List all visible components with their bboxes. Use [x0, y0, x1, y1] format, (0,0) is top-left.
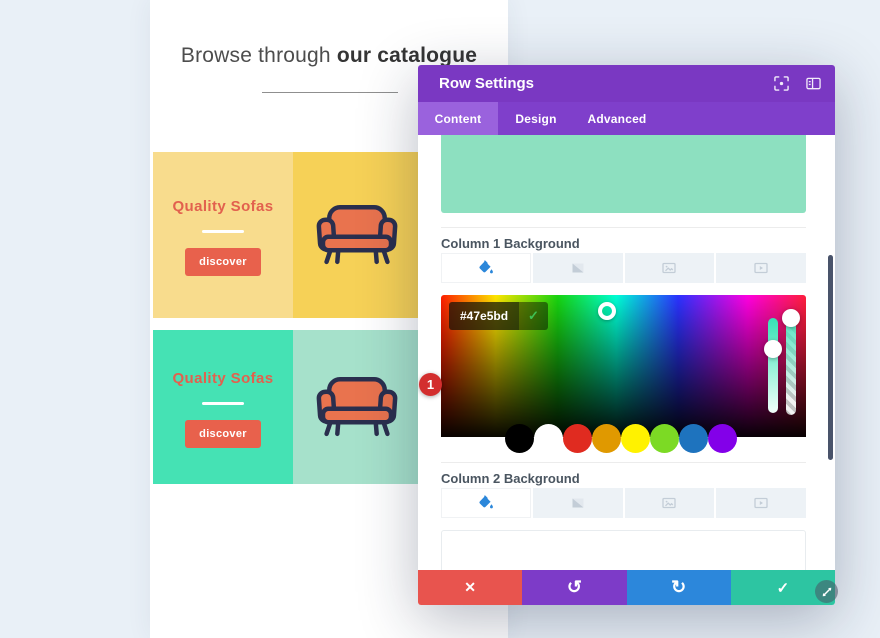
- background-video-tab[interactable]: [716, 253, 806, 283]
- background-gradient-tab[interactable]: [532, 253, 623, 283]
- gradient-icon: [572, 263, 584, 273]
- background-image-tab[interactable]: [624, 253, 715, 283]
- video-icon: [754, 497, 768, 509]
- modal-footer: ✕ ↺ ↻ ✓: [418, 570, 835, 605]
- card-left-panel: Quality Sofas discover: [153, 330, 293, 484]
- color-swatch[interactable]: [679, 424, 708, 453]
- background-color-tab[interactable]: [441, 488, 531, 518]
- undo-button[interactable]: ↺: [522, 570, 627, 605]
- background-image-tab[interactable]: [624, 488, 715, 518]
- modal-header: Row Settings: [418, 65, 835, 102]
- discover-button[interactable]: discover: [185, 248, 261, 276]
- brightness-slider-handle[interactable]: [764, 340, 782, 358]
- resize-arrow-icon: [822, 587, 831, 596]
- card-right-panel: [293, 330, 420, 484]
- annotation-badge: 1: [419, 373, 442, 396]
- hex-color-input[interactable]: #47e5bd ✓: [449, 302, 548, 330]
- color-swatch[interactable]: [650, 424, 679, 453]
- card-quality-sofas-teal: Quality Sofas discover: [153, 330, 420, 484]
- modal-title: Row Settings: [439, 75, 535, 92]
- color-swatch[interactable]: [534, 424, 563, 453]
- color-selector-ring[interactable]: [598, 302, 616, 320]
- preset-color-swatches: [505, 424, 737, 453]
- color-swatch[interactable]: [563, 424, 592, 453]
- modal-tab-bar: Content Design Advanced: [418, 102, 835, 135]
- paint-bucket-icon: [479, 495, 493, 509]
- discover-button[interactable]: discover: [185, 420, 261, 448]
- sofa-icon: [316, 377, 397, 437]
- background-gradient-tab[interactable]: [532, 488, 623, 518]
- color-swatch[interactable]: [505, 424, 534, 453]
- opacity-slider-handle[interactable]: [782, 309, 800, 327]
- hex-value[interactable]: #47e5bd: [449, 302, 520, 330]
- card-title: Quality Sofas: [172, 198, 274, 215]
- split-view-icon[interactable]: [806, 76, 821, 91]
- title-divider: [262, 92, 398, 93]
- color-swatch[interactable]: [592, 424, 621, 453]
- page-title-regular: Browse through: [180, 44, 337, 67]
- section-divider: [441, 462, 806, 463]
- column1-background-label: Column 1 Background: [441, 236, 580, 251]
- column2-color-field[interactable]: [441, 530, 806, 570]
- card-underline: [202, 230, 244, 233]
- video-icon: [754, 262, 768, 274]
- row-settings-modal: Row Settings Content Design Advanced Col…: [418, 65, 838, 605]
- resize-handle[interactable]: [815, 580, 838, 603]
- paint-bucket-icon: [479, 260, 493, 274]
- modal-scrollbar[interactable]: [828, 255, 833, 460]
- gradient-icon: [572, 498, 584, 508]
- column1-color-preview[interactable]: [441, 135, 806, 213]
- card-right-panel: [293, 152, 420, 318]
- redo-button[interactable]: ↻: [626, 570, 731, 605]
- card-quality-sofas-yellow: Quality Sofas discover: [153, 152, 420, 318]
- brightness-slider[interactable]: [768, 318, 778, 413]
- card-left-panel: Quality Sofas discover: [153, 152, 293, 318]
- column2-background-label: Column 2 Background: [441, 471, 580, 486]
- tab-advanced[interactable]: Advanced: [574, 102, 660, 135]
- card-title: Quality Sofas: [172, 370, 274, 387]
- background-video-tab[interactable]: [716, 488, 806, 518]
- column2-background-type-tabs: [441, 488, 806, 518]
- image-icon: [662, 497, 677, 509]
- confirm-color-button[interactable]: ✓: [519, 302, 548, 330]
- expand-preview-icon[interactable]: [774, 76, 789, 91]
- image-icon: [662, 262, 677, 274]
- tab-design[interactable]: Design: [498, 102, 574, 135]
- sofa-icon: [316, 205, 397, 265]
- page-background: Browse through our catalogue Quality Sof…: [0, 0, 880, 638]
- color-saturation-field[interactable]: #47e5bd ✓: [441, 295, 806, 437]
- background-color-tab[interactable]: [441, 253, 531, 283]
- modal-body: Column 1 Background #47e5bd ✓ 1 Column 2…: [418, 135, 835, 570]
- tab-content[interactable]: Content: [418, 102, 498, 135]
- card-underline: [202, 402, 244, 405]
- page-title-bold: our catalogue: [336, 44, 478, 67]
- discard-button[interactable]: ✕: [418, 570, 523, 605]
- section-divider: [441, 227, 806, 228]
- color-swatch[interactable]: [621, 424, 650, 453]
- column1-background-type-tabs: [441, 253, 806, 283]
- color-swatch[interactable]: [708, 424, 737, 453]
